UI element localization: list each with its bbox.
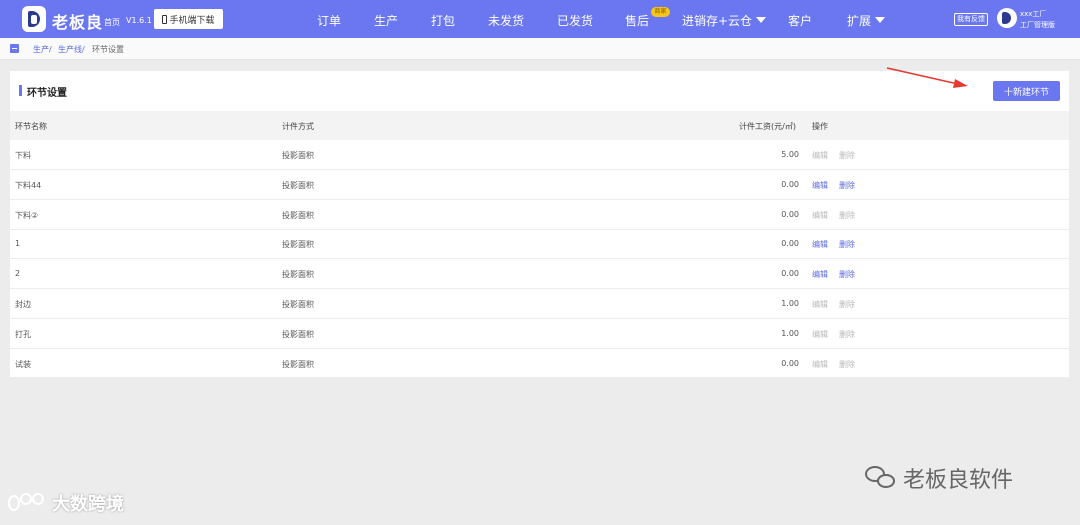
watermark-source-text: 大数跨境 bbox=[52, 494, 124, 515]
watermark-logo-icon bbox=[8, 491, 48, 515]
watermark-source: 大数跨境 bbox=[8, 490, 124, 516]
watermark-brand-text: 老板良软件 bbox=[903, 468, 1014, 493]
annotation-arrow-icon bbox=[886, 67, 968, 88]
watermark-brand: 老板良软件 bbox=[865, 462, 1013, 494]
wechat-icon bbox=[865, 466, 897, 490]
